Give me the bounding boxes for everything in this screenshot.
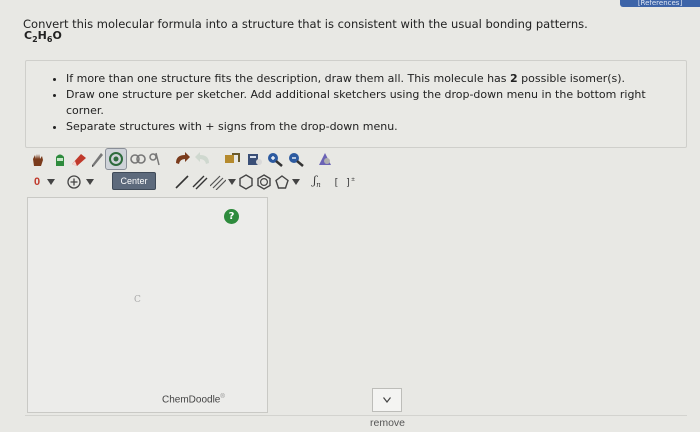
chevron-down-icon[interactable]: [227, 173, 237, 191]
chevron-down-icon[interactable]: [85, 173, 95, 191]
divider: [25, 415, 687, 416]
sketcher-options-dropdown[interactable]: [372, 388, 402, 412]
sketcher-canvas[interactable]: ? C ChemDoodle®: [27, 197, 268, 413]
benzene-icon[interactable]: [255, 173, 273, 191]
carbon-atom[interactable]: C: [134, 295, 141, 305]
hand-tool-icon[interactable]: [29, 150, 47, 168]
instruction-item: If more than one structure fits the desc…: [66, 71, 686, 87]
repeat-unit-icon[interactable]: ʃn: [307, 173, 327, 191]
zoom-in-icon[interactable]: [265, 150, 285, 168]
instructions-box: If more than one structure fits the desc…: [25, 60, 687, 148]
chemdoodle-sketcher: 0 Center ʃn []± ? C ChemDoodle®: [25, 147, 365, 415]
add-charge-icon[interactable]: [65, 173, 83, 191]
sketcher-toolbar-bottom: 0 Center ʃn []±: [25, 171, 365, 193]
sketcher-toolbar-top: [25, 147, 365, 171]
brackets-icon[interactable]: [ ]±: [329, 173, 359, 191]
remove-link[interactable]: remove: [370, 417, 405, 429]
double-bond-icon[interactable]: [191, 173, 209, 191]
single-bond-icon[interactable]: [173, 173, 191, 191]
center-button[interactable]: Center: [112, 172, 156, 190]
instruction-item: Draw one structure per sketcher. Add add…: [66, 87, 686, 119]
chevron-down-icon[interactable]: [46, 173, 56, 191]
eraser-icon[interactable]: [70, 150, 88, 168]
clear-tool-icon[interactable]: [52, 150, 68, 168]
references-tab[interactable]: [References]: [620, 0, 700, 7]
cyclopentane-icon[interactable]: [273, 173, 291, 191]
cut-icon[interactable]: [148, 150, 162, 168]
cyclohexane-icon[interactable]: [237, 173, 255, 191]
triple-bond-icon[interactable]: [209, 173, 227, 191]
redo-icon[interactable]: [193, 150, 213, 168]
pencil-icon[interactable]: [89, 150, 105, 168]
question-prompt: Convert this molecular formula into a st…: [23, 17, 588, 31]
molecular-formula: C2H6O: [24, 29, 62, 45]
settings-icon[interactable]: [315, 150, 335, 168]
chemdoodle-logo: ChemDoodle®: [162, 394, 225, 406]
help-icon[interactable]: ?: [224, 209, 239, 224]
cleanup-icon[interactable]: [244, 150, 264, 168]
instruction-item: Separate structures with + signs from th…: [66, 119, 686, 135]
lasso-select-icon[interactable]: [105, 148, 127, 170]
template-icon[interactable]: [222, 150, 242, 168]
chevron-down-icon: [383, 397, 391, 403]
zoom-out-icon[interactable]: [286, 150, 306, 168]
charge-selector[interactable]: 0: [29, 173, 45, 191]
chevron-down-icon[interactable]: [291, 173, 301, 191]
copy-icon[interactable]: [129, 150, 147, 168]
undo-icon[interactable]: [172, 150, 192, 168]
